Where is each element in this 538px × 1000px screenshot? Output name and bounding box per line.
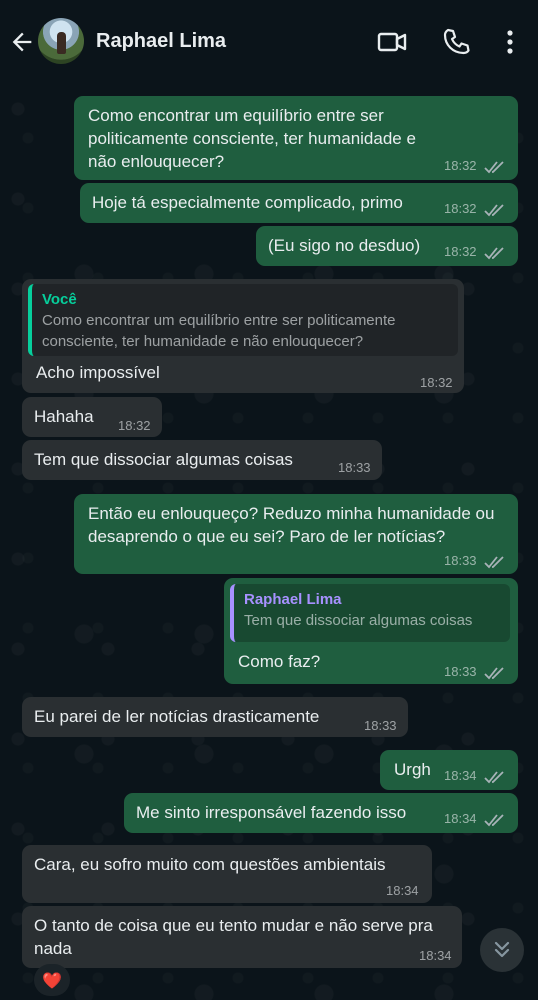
quoted-text: Como encontrar um equilíbrio entre ser p…: [42, 312, 396, 350]
quoted-author: Raphael Lima: [244, 591, 342, 608]
message-time: 18:32: [420, 375, 453, 390]
message-time: 18:32: [444, 201, 477, 216]
double-check-icon: [484, 556, 504, 569]
message-bubble-incoming[interactable]: Tem que dissociar algumas coisas: [22, 440, 382, 480]
message-text: Tem que dissociar algumas coisas: [34, 450, 293, 469]
message-bubble-outgoing[interactable]: (Eu sigo no desduo): [256, 226, 518, 266]
message-text: Cara, eu sofro muito com questões ambien…: [34, 855, 386, 874]
message-text: Então eu enlouqueço? Reduzo minha humani…: [88, 504, 495, 546]
voice-call-icon[interactable]: [440, 26, 472, 58]
double-check-icon: [484, 204, 504, 217]
quoted-message[interactable]: Você Como encontrar um equilíbrio entre …: [28, 284, 458, 356]
double-check-icon: [484, 814, 504, 827]
message-time: 18:32: [444, 244, 477, 259]
message-bubble-incoming[interactable]: O tanto de coisa que eu tento mudar e nã…: [22, 906, 462, 968]
message-text: Como encontrar um equilíbrio entre ser p…: [88, 106, 416, 171]
more-options-icon[interactable]: [494, 26, 526, 58]
message-time: 18:33: [338, 460, 371, 475]
message-bubble-incoming[interactable]: Eu parei de ler notícias drasticamente: [22, 697, 408, 737]
message-time: 18:34: [444, 768, 477, 783]
heart-icon: ❤️: [42, 970, 62, 990]
message-text: Acho impossível: [36, 363, 160, 382]
reaction-badge[interactable]: ❤️: [34, 964, 70, 996]
double-check-icon: [484, 247, 504, 260]
scroll-to-bottom-button[interactable]: [480, 928, 524, 972]
message-time: 18:34: [386, 883, 419, 898]
scroll-down-icon: [494, 941, 510, 958]
video-call-icon[interactable]: [376, 26, 408, 58]
chat-header: Raphael Lima: [0, 0, 538, 82]
message-time: 18:33: [444, 664, 477, 679]
message-time: 18:34: [419, 948, 452, 963]
message-text: Como faz?: [238, 652, 321, 671]
message-time: 18:34: [444, 811, 477, 826]
double-check-icon: [484, 667, 504, 680]
message-time: 18:33: [364, 718, 397, 733]
back-arrow-icon[interactable]: [8, 28, 36, 56]
quoted-text: Tem que dissociar algumas coisas: [244, 612, 473, 629]
double-check-icon: [484, 771, 504, 784]
contact-name[interactable]: Raphael Lima: [96, 30, 226, 53]
message-bubble-incoming[interactable]: Cara, eu sofro muito com questões ambien…: [22, 845, 432, 903]
message-text: O tanto de coisa que eu tento mudar e nã…: [34, 916, 433, 958]
quoted-author: Você: [42, 291, 77, 308]
message-time: 18:33: [444, 553, 477, 568]
quoted-message[interactable]: Raphael Lima Tem que dissociar algumas c…: [230, 584, 510, 642]
message-time: 18:32: [118, 418, 151, 433]
avatar[interactable]: [38, 18, 84, 64]
message-text: Eu parei de ler notícias drasticamente: [34, 707, 320, 726]
message-time: 18:32: [444, 158, 477, 173]
double-check-icon: [484, 161, 504, 174]
